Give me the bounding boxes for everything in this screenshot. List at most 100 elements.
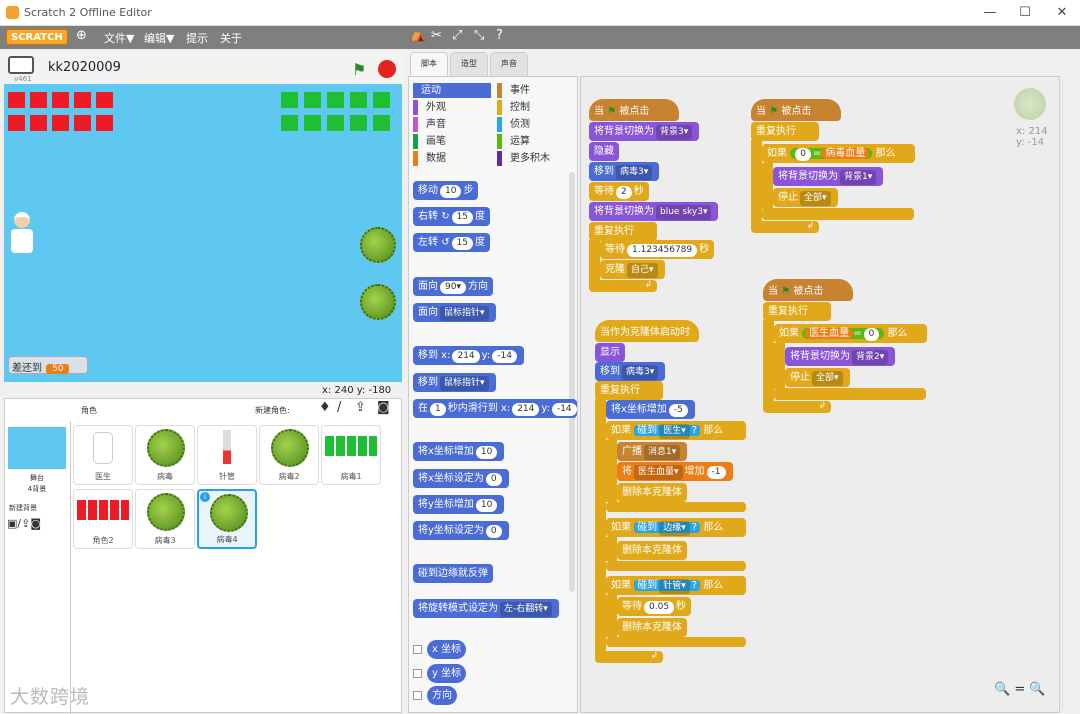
block-goto-xy[interactable]: 移到 x: 214 y: -14 <box>413 346 524 365</box>
block-if[interactable]: 如果 碰到 医生▾? 那么 <box>606 421 746 440</box>
block-bounce[interactable]: 碰到边缘就反弹 <box>413 564 493 583</box>
category-control[interactable]: 控制 <box>497 100 530 115</box>
scripts-area[interactable]: 当 ⚑ 被点击 将背景切换为 背景3▾ 隐藏 移到 病毒3▾ 等待 2 秒 将背景切换为… <box>580 76 1060 713</box>
block-set-x[interactable]: 将x坐标设定为 0 <box>413 469 509 488</box>
menu-file[interactable]: 文件▼ <box>104 30 134 46</box>
block-point-direction[interactable]: 面向 90▾ 方向 <box>413 277 493 296</box>
reporter-y[interactable]: y 坐标 <box>427 664 467 683</box>
block-delete-clone[interactable]: 删除本克隆体 <box>617 618 687 637</box>
block-if[interactable]: 如果 0 = 病毒血量 那么 <box>762 144 915 163</box>
block-wait[interactable]: 等待 2 秒 <box>589 182 649 201</box>
checkbox-direction[interactable] <box>413 691 422 700</box>
sprite-library-icon[interactable]: ♦ <box>319 400 331 415</box>
grow-icon[interactable]: ⤢ <box>452 28 462 43</box>
block-if[interactable]: 如果 碰到 边缘▾? 那么 <box>606 518 746 537</box>
reporter-direction[interactable]: 方向 <box>427 686 457 705</box>
menu-tips[interactable]: 提示 <box>186 30 208 46</box>
tab-scripts[interactable]: 脚本 <box>410 52 448 76</box>
hat-clone-start[interactable]: 当作为克隆体启动时 <box>595 320 699 342</box>
checkbox-y[interactable] <box>413 669 422 678</box>
palette-scrollbar[interactable] <box>569 172 575 592</box>
tab-costumes[interactable]: 造型 <box>450 52 488 76</box>
category-events[interactable]: 事件 <box>497 83 530 98</box>
stage-thumbnail[interactable] <box>8 427 66 469</box>
hat-green-flag[interactable]: 当 ⚑ 被点击 <box>751 99 841 121</box>
block-change-x[interactable]: 将x坐标增加 10 <box>413 442 505 461</box>
globe-icon[interactable]: ⊕ <box>76 28 87 43</box>
block-turn-right[interactable]: 右转 ↻ 15 度 <box>413 207 491 226</box>
sprite-thumb[interactable]: 医生 <box>73 425 133 485</box>
block-change-y[interactable]: 将y坐标增加 10 <box>413 495 505 514</box>
block-delete-clone[interactable]: 删除本克隆体 <box>617 483 687 502</box>
category-data[interactable]: 数据 <box>413 151 446 166</box>
block-wait[interactable]: 等待 0.05 秒 <box>617 597 692 616</box>
virus-sprite[interactable] <box>360 284 396 320</box>
category-sensing[interactable]: 侦测 <box>497 117 530 132</box>
block-forever[interactable]: 重复执行 <box>763 302 831 321</box>
block-stop[interactable]: 停止 全部▾ <box>773 188 838 207</box>
close-button[interactable]: ✕ <box>1047 4 1077 22</box>
scripts-scrollbar[interactable] <box>1062 80 1078 710</box>
block-change-x[interactable]: 将x坐标增加 -5 <box>606 400 695 419</box>
camera-icon[interactable]: ◙ <box>377 400 390 415</box>
block-switch-backdrop[interactable]: 将背景切换为 背景2▾ <box>785 347 896 366</box>
category-sound[interactable]: 声音 <box>413 117 446 132</box>
shrink-icon[interactable]: ⤡ <box>474 28 484 43</box>
block-glide[interactable]: 在 1 秒内滑行到 x: 214 y: -14 <box>413 399 577 418</box>
block-rotation-style[interactable]: 将旋转模式设定为 左-右翻转▾ <box>413 599 559 618</box>
stage-canvas[interactable]: 差还到 50 <box>4 84 402 382</box>
maximize-button[interactable]: ☐ <box>1010 4 1040 22</box>
block-turn-left[interactable]: 左转 ↺ 15 度 <box>413 233 491 252</box>
block-set-y[interactable]: 将y坐标设定为 0 <box>413 521 509 540</box>
block-if[interactable]: 如果 医生血量 = 0 那么 <box>774 324 927 343</box>
block-goto[interactable]: 移到 病毒3▾ <box>589 162 660 181</box>
paint-brush-icon[interactable]: / <box>337 400 341 415</box>
hat-green-flag[interactable]: 当 ⚑ 被点击 <box>589 99 679 121</box>
checkbox-x[interactable] <box>413 645 422 654</box>
block-switch-backdrop[interactable]: 将背景切换为 背景3▾ <box>589 122 700 141</box>
help-icon[interactable]: ? <box>496 28 503 43</box>
virus-sprite[interactable] <box>360 227 396 263</box>
block-wait[interactable]: 等待 1.123456789 秒 <box>600 240 715 259</box>
block-hide[interactable]: 隐藏 <box>589 142 619 161</box>
stop-sign-icon[interactable] <box>378 60 396 78</box>
doctor-sprite[interactable] <box>10 212 34 256</box>
category-operators[interactable]: 运算 <box>497 134 530 149</box>
block-switch-backdrop[interactable]: 将背景切换为 blue sky3▾ <box>589 202 719 221</box>
sprite-thumb[interactable]: 病毒1 <box>321 425 381 485</box>
presentation-mode-icon[interactable] <box>8 56 34 74</box>
menu-edit[interactable]: 编辑▼ <box>144 30 174 46</box>
category-motion[interactable]: 运动 <box>413 83 491 98</box>
menu-about[interactable]: 关于 <box>220 30 242 46</box>
block-goto[interactable]: 移到 病毒3▾ <box>595 362 666 381</box>
block-if[interactable]: 如果 碰到 针管▾? 那么 <box>606 576 746 595</box>
minimize-button[interactable]: — <box>975 4 1005 22</box>
sprite-thumb[interactable]: 角色2 <box>73 489 133 549</box>
block-delete-clone[interactable]: 删除本克隆体 <box>617 541 687 560</box>
zoom-controls[interactable]: 🔍 = 🔍 <box>994 682 1046 697</box>
project-name-field[interactable]: kk2020009 <box>48 60 121 75</box>
block-change-var[interactable]: 将医生血量▾ 增加 -1 <box>617 462 733 481</box>
variable-monitor[interactable]: 差还到 50 <box>8 356 88 374</box>
sprite-thumb[interactable]: 病毒3 <box>135 489 195 549</box>
block-stop[interactable]: 停止 全部▾ <box>785 368 850 387</box>
hat-green-flag[interactable]: 当 ⚑ 被点击 <box>763 279 853 301</box>
category-looks[interactable]: 外观 <box>413 100 446 115</box>
sprite-thumb[interactable]: 病毒 <box>135 425 195 485</box>
backdrop-tools-icon[interactable]: ▣/⇪◙ <box>7 517 41 530</box>
block-point-towards[interactable]: 面向 鼠标指针▾ <box>413 303 496 322</box>
block-forever[interactable]: 重复执行 <box>595 381 663 400</box>
category-pen[interactable]: 画笔 <box>413 134 446 149</box>
green-flag-icon[interactable]: ⚑ <box>352 60 366 79</box>
block-goto[interactable]: 移到 鼠标指针▾ <box>413 373 496 392</box>
duplicate-stamp-icon[interactable]: ⛺ <box>410 28 426 43</box>
sprite-thumb-selected[interactable]: i 病毒4 <box>197 489 257 549</box>
tab-sounds[interactable]: 声音 <box>490 52 528 76</box>
category-more-blocks[interactable]: 更多积木 <box>497 151 550 166</box>
upload-icon[interactable]: ⇪ <box>355 400 366 415</box>
block-broadcast[interactable]: 广播 消息1▾ <box>617 442 688 461</box>
delete-scissors-icon[interactable]: ✂ <box>431 28 442 43</box>
block-forever[interactable]: 重复执行 <box>751 122 819 141</box>
block-move-steps[interactable]: 移动 10 步 <box>413 181 479 200</box>
block-forever[interactable]: 重复执行 <box>589 222 657 241</box>
